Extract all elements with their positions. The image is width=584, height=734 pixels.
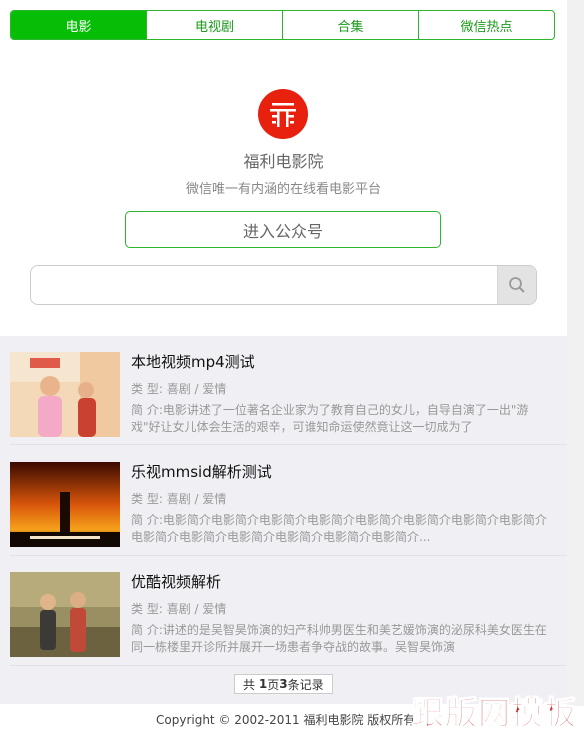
- tab-collections[interactable]: 合集: [282, 11, 418, 39]
- description-text: 讲述的是吴智昊饰演的妇产科帅男医生和美艺媛饰演的泌尿科美女医生在同一栋楼里开诊所…: [131, 623, 547, 654]
- movie-description: 简 介:讲述的是吴智昊饰演的妇产科帅男医生和美艺媛饰演的泌尿科美女医生在同一栋楼…: [131, 622, 551, 656]
- description-text: 电影讲述了一位著名企业家为了教育自己的女儿，自导自演了一出"游戏"好让女儿体会生…: [131, 403, 529, 434]
- movie-title[interactable]: 本地视频mp4测试: [131, 351, 255, 372]
- description-label: 简 介:: [131, 623, 163, 637]
- movie-title[interactable]: 乐视mmsid解析测试: [131, 461, 272, 482]
- vertical-scrollbar[interactable]: [567, 0, 584, 731]
- genre-label: 类 型:: [131, 602, 163, 616]
- movie-item[interactable]: 乐视mmsid解析测试 类 型: 喜剧 / 爱情 简 介:电影简介电影简介电影简…: [0, 446, 567, 554]
- description-text: 电影简介电影简介电影简介电影简介电影简介电影简介电影简介电影简介电影简介电影简介…: [131, 513, 547, 544]
- movie-genre: 类 型: 喜剧 / 爱情: [131, 600, 226, 617]
- search-input[interactable]: [31, 266, 498, 304]
- pager-mid: 页: [267, 677, 280, 692]
- genre-label: 类 型:: [131, 382, 163, 396]
- search-button[interactable]: [497, 266, 536, 304]
- watermark-text: 跟版网模板: [411, 694, 578, 733]
- site-tagline: 微信唯一有内涵的在线看电影平台: [185, 182, 381, 197]
- search-icon: [509, 277, 525, 293]
- copyright-text: Copyright © 2002-2011 福利电影院 版权所有: [156, 713, 416, 727]
- pager-suffix: 条记录: [287, 677, 324, 692]
- movie-item[interactable]: 本地视频mp4测试 类 型: 喜剧 / 爱情 简 介:电影讲述了一位著名企业家为…: [0, 336, 567, 444]
- description-label: 简 介:: [131, 513, 163, 527]
- tab-wechat-hot[interactable]: 微信热点: [418, 11, 554, 39]
- movie-item[interactable]: 优酷视频解析 类 型: 喜剧 / 爱情 简 介:讲述的是吴智昊饰演的妇产科帅男医…: [0, 556, 567, 664]
- pager-records: 3: [279, 677, 288, 691]
- search-bar: [30, 265, 537, 305]
- tab-tv-series[interactable]: 电视剧: [146, 11, 282, 39]
- divider: [10, 665, 567, 666]
- genre-value: 喜剧 / 爱情: [166, 382, 227, 396]
- movie-title[interactable]: 优酷视频解析: [131, 571, 221, 592]
- page: 电影 电视剧 合集 微信热点 福利电影院 微信唯一有内涵的在线看电影平台 进入公…: [0, 0, 567, 731]
- tab-movies[interactable]: 电影: [11, 11, 146, 39]
- genre-label: 类 型:: [131, 492, 163, 506]
- pagination-summary: 共 1 页 3 条记录: [234, 674, 333, 694]
- movie-description: 简 介:电影简介电影简介电影简介电影简介电影简介电影简介电影简介电影简介电影简介…: [131, 512, 551, 546]
- description-label: 简 介:: [131, 403, 163, 417]
- genre-value: 喜剧 / 爱情: [166, 602, 227, 616]
- movie-poster: [10, 462, 120, 547]
- pager-pages: 1: [258, 677, 268, 691]
- movie-genre: 类 型: 喜剧 / 爱情: [131, 490, 226, 507]
- movie-poster: [10, 352, 120, 437]
- site-name: 福利电影院: [243, 152, 324, 171]
- cinema-logo-icon: [258, 89, 308, 139]
- divider: [10, 444, 567, 445]
- movie-genre: 类 型: 喜剧 / 爱情: [131, 380, 226, 397]
- genre-value: 喜剧 / 爱情: [166, 492, 227, 506]
- movie-description: 简 介:电影讲述了一位著名企业家为了教育自己的女儿，自导自演了一出"游戏"好让女…: [131, 402, 551, 436]
- pager-prefix: 共: [243, 677, 256, 692]
- enter-official-account-button[interactable]: 进入公众号: [125, 211, 441, 248]
- movie-list: 本地视频mp4测试 类 型: 喜剧 / 爱情 简 介:电影讲述了一位著名企业家为…: [0, 336, 567, 704]
- movie-poster: [10, 572, 120, 657]
- category-tabs: 电影 电视剧 合集 微信热点: [10, 10, 555, 40]
